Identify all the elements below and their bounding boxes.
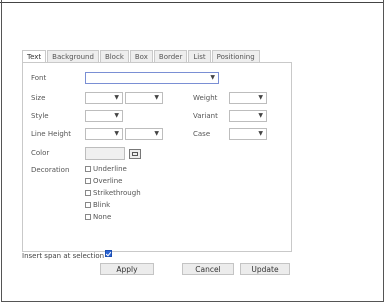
tab-list[interactable]: List	[188, 50, 211, 62]
overline-checkbox[interactable]	[85, 178, 91, 184]
strikethrough-label: Strikethrough	[93, 189, 141, 197]
tab-border[interactable]: Border	[153, 50, 188, 62]
color-label: Color	[31, 149, 50, 157]
chevron-down-icon: ▼	[154, 130, 159, 137]
variant-label: Variant	[193, 112, 218, 120]
chevron-down-icon: ▼	[114, 130, 119, 137]
blink-checkbox[interactable]	[85, 202, 91, 208]
decoration-blink[interactable]: Blink	[85, 201, 110, 209]
weight-label: Weight	[193, 94, 218, 102]
line-height-select[interactable]: ▼	[85, 128, 123, 140]
chevron-down-icon: ▼	[210, 74, 215, 81]
chevron-down-icon: ▼	[154, 94, 159, 101]
case-label: Case	[193, 130, 211, 138]
strikethrough-checkbox[interactable]	[85, 190, 91, 196]
variant-select[interactable]: ▼	[229, 110, 267, 122]
chevron-down-icon: ▼	[114, 112, 119, 119]
decoration-none[interactable]: None	[85, 213, 111, 221]
text-tab-panel: Font ▼ Size ▼ ▼ Weight ▼ Style ▼ Variant…	[22, 62, 292, 252]
overline-label: Overline	[93, 177, 123, 185]
weight-select[interactable]: ▼	[229, 92, 267, 104]
style-select[interactable]: ▼	[85, 110, 123, 122]
tab-box[interactable]: Box	[129, 50, 153, 62]
update-button[interactable]: Update	[240, 263, 290, 275]
insert-span-checkbox[interactable]	[105, 249, 113, 257]
size-unit-select[interactable]: ▼	[125, 92, 163, 104]
apply-button[interactable]: Apply	[100, 263, 154, 275]
none-label: None	[93, 213, 112, 221]
size-select[interactable]: ▼	[85, 92, 123, 104]
tab-background[interactable]: Background	[47, 50, 99, 62]
insert-span-label: Insert span at selection	[22, 252, 105, 260]
style-label: Style	[31, 112, 49, 120]
none-checkbox[interactable]	[85, 214, 91, 220]
cancel-button[interactable]: Cancel	[182, 263, 234, 275]
tab-block[interactable]: Block	[99, 50, 129, 62]
case-select[interactable]: ▼	[229, 128, 267, 140]
decoration-strikethrough[interactable]: Strikethrough	[85, 189, 141, 197]
blink-label: Blink	[93, 201, 111, 209]
color-input[interactable]	[85, 147, 125, 160]
tab-positioning[interactable]: Positioning	[211, 50, 260, 62]
insert-span-row[interactable]: Insert span at selection	[22, 249, 113, 260]
style-dialog: Text Background Block Box Border List Po…	[22, 46, 294, 280]
chevron-down-icon: ▼	[258, 130, 263, 137]
underline-checkbox[interactable]	[85, 166, 91, 172]
font-select[interactable]: ▼	[85, 72, 219, 84]
chevron-down-icon: ▼	[258, 94, 263, 101]
chevron-down-icon: ▼	[258, 112, 263, 119]
size-label: Size	[31, 94, 46, 102]
chevron-down-icon: ▼	[114, 94, 119, 101]
decoration-underline[interactable]: Underline	[85, 165, 127, 173]
decoration-label: Decoration	[31, 166, 70, 174]
decoration-overline[interactable]: Overline	[85, 177, 122, 185]
line-height-label: Line Height	[31, 130, 71, 138]
font-label: Font	[31, 74, 47, 82]
color-picker-icon[interactable]	[129, 149, 141, 159]
underline-label: Underline	[93, 165, 127, 173]
line-height-unit-select[interactable]: ▼	[125, 128, 163, 140]
